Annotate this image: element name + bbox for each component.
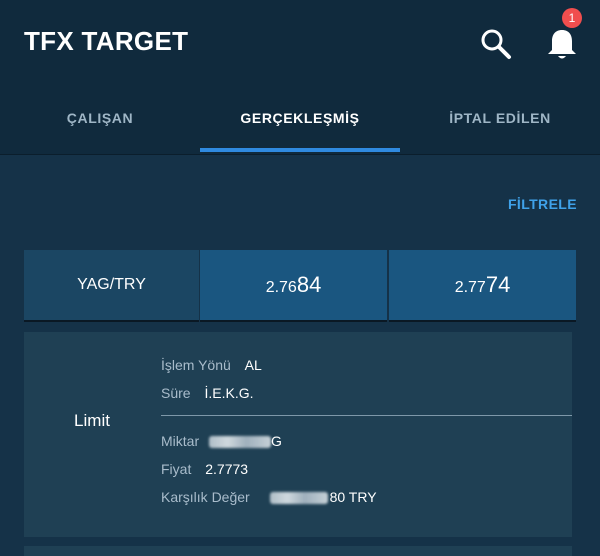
counter-value-row: Karşılık Değer 80 TRY xyxy=(161,487,377,507)
direction-label: İşlem Yönü xyxy=(161,357,231,373)
active-tab-indicator xyxy=(200,148,400,152)
counter-value-suffix: 80 TRY xyxy=(329,489,377,505)
price-value: 2.7773 xyxy=(205,461,249,477)
amount-label: Miktar xyxy=(161,433,200,449)
price-row: Fiyat 2.7773 xyxy=(161,459,248,479)
amount-row: Miktar G xyxy=(161,431,282,451)
order-type: Limit xyxy=(74,411,110,430)
sell-price-button[interactable]: 2.7684 xyxy=(200,250,387,322)
card-divider xyxy=(161,415,572,416)
tab-executed[interactable]: GERÇEKLEŞMİŞ xyxy=(200,86,400,154)
tab-working[interactable]: ÇALIŞAN xyxy=(0,86,200,154)
duration-label: Süre xyxy=(161,385,191,401)
duration-value: İ.E.K.G. xyxy=(204,385,254,401)
direction-value: AL xyxy=(244,357,262,373)
notifications-button[interactable]: 1 xyxy=(542,8,588,64)
redacted-counter-value xyxy=(269,492,328,505)
next-order-card[interactable] xyxy=(24,546,572,556)
app-bar: TFX TARGET 1 xyxy=(0,0,600,86)
search-button[interactable] xyxy=(476,24,516,64)
buy-price-button[interactable]: 2.7774 xyxy=(389,250,576,322)
quote-symbol: YAG/TRY xyxy=(24,250,199,322)
quote-row: YAG/TRY 2.7684 2.7774 xyxy=(24,250,576,322)
app-title: TFX TARGET xyxy=(24,26,189,56)
sell-price-pips: 84 xyxy=(296,272,322,297)
sell-price-prefix: 2.76 xyxy=(265,279,297,296)
order-card[interactable]: Limit İşlem Yönü AL Süre İ.E.K.G. Miktar… xyxy=(24,332,572,537)
filter-button[interactable]: FİLTRELE xyxy=(508,196,577,212)
price-label: Fiyat xyxy=(161,461,192,477)
search-icon xyxy=(481,29,511,59)
amount-value-suffix: G xyxy=(271,433,282,449)
notification-badge: 1 xyxy=(562,8,582,28)
redacted-amount xyxy=(209,436,272,449)
duration-row: Süre İ.E.K.G. xyxy=(161,383,253,403)
direction-row: İşlem Yönü AL xyxy=(161,355,262,375)
tab-cancelled[interactable]: İPTAL EDİLEN xyxy=(400,86,600,154)
bell-icon xyxy=(548,30,576,59)
buy-price-prefix: 2.77 xyxy=(454,279,486,296)
tab-bar: ÇALIŞAN GERÇEKLEŞMİŞ İPTAL EDİLEN xyxy=(0,86,600,155)
counter-value-label: Karşılık Değer xyxy=(161,489,250,505)
buy-price-pips: 74 xyxy=(485,272,511,297)
